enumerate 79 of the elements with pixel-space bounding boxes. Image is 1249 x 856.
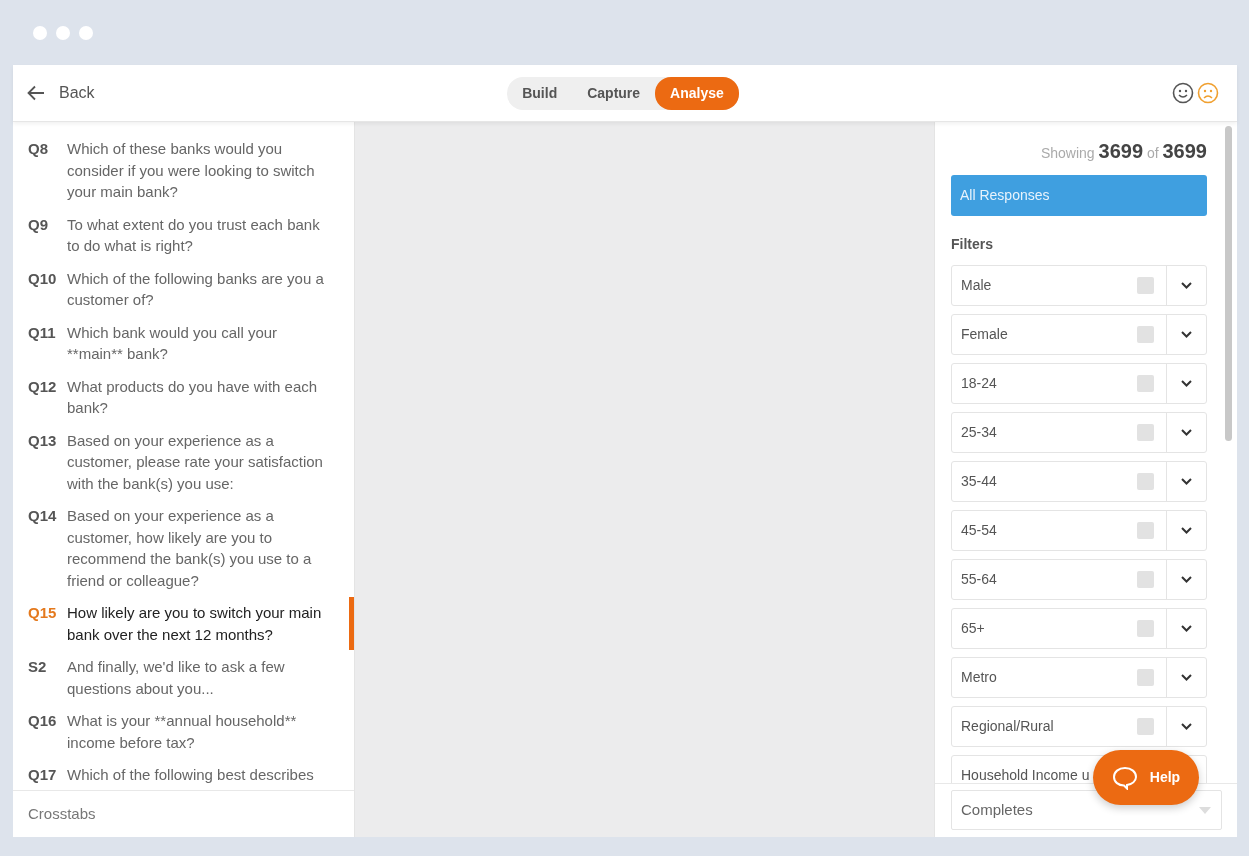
smiley-icon[interactable] xyxy=(1172,82,1194,104)
selection-bar xyxy=(349,597,354,650)
chevron-down-icon xyxy=(1181,380,1192,387)
filter-checkbox[interactable] xyxy=(1137,571,1154,588)
question-number: Q15 xyxy=(28,603,58,623)
filter-label: 25-34 xyxy=(960,423,997,442)
back-button[interactable]: Back xyxy=(27,81,95,105)
question-text: And finally, we'd like to ask a few questions about you... xyxy=(67,657,286,699)
filter-checkbox[interactable] xyxy=(1137,473,1154,490)
filter-checkbox[interactable] xyxy=(1137,326,1154,343)
filters-heading: Filters xyxy=(951,235,994,254)
window-dot xyxy=(79,25,93,40)
filter-label: Household Income u xyxy=(960,766,1090,783)
chevron-down-icon xyxy=(1181,282,1192,289)
question-number: S2 xyxy=(28,657,48,677)
scrollbar[interactable] xyxy=(1225,126,1232,441)
filter-label: Regional/Rural xyxy=(960,717,1054,736)
filter-checkbox[interactable] xyxy=(1137,375,1154,392)
filter-label: Female xyxy=(960,325,1008,344)
question-text: What products do you have with each bank? xyxy=(67,376,319,418)
question-number: Q9 xyxy=(28,214,49,235)
question-item[interactable]: Q12 What products do you have with each bank? xyxy=(13,370,354,424)
filter-label: 18-24 xyxy=(960,374,997,393)
chat-bubble-icon xyxy=(1111,765,1138,790)
filter-label: 65+ xyxy=(960,619,985,638)
response-count: Showing 3699 of 3699 xyxy=(1039,139,1207,164)
question-item[interactable]: Q13 Based on your experience as a customer, please rate your satisfaction with the bank(s) you use: xyxy=(13,424,354,499)
question-item[interactable]: Q9 To what extent do you trust each bank to do what is right? xyxy=(13,208,354,262)
chevron-down-icon xyxy=(1181,576,1192,583)
question-item[interactable]: S2 And finally, we'd like to ask a few questions about you... xyxy=(13,651,354,704)
question-number: Q13 xyxy=(28,430,58,451)
question-item[interactable]: Q11 Which bank would you call your **main** bank? xyxy=(13,316,354,370)
caret-icon xyxy=(1199,806,1211,814)
question-number: Q8 xyxy=(28,139,49,159)
question-text: Based on your experience as a customer, how likely are you to recommend the bank(s) you use to a friend or colleague? xyxy=(67,506,313,591)
question-text: Which bank would you call your **main** bank? xyxy=(67,322,279,364)
filter-checkbox[interactable] xyxy=(1137,424,1154,441)
question-number: Q10 xyxy=(28,268,58,289)
question-item[interactable]: Q15 How likely are you to switch your main bank over the next 12 months? xyxy=(13,597,354,650)
question-number: Q11 xyxy=(28,322,57,343)
question-item[interactable]: Q14 Based on your experience as a customer, how likely are you to recommend the bank(s) you use to a friend or colleague? xyxy=(13,500,354,596)
filter-label: 35-44 xyxy=(960,472,997,491)
chevron-down-icon xyxy=(1181,625,1192,632)
chevron-down-icon xyxy=(1181,429,1192,436)
question-number: Q17 xyxy=(28,765,58,785)
crosstabs-link[interactable]: Crosstabs xyxy=(28,802,96,826)
question-text: Which of the following best describes xyxy=(67,765,314,785)
filter-label: 55-64 xyxy=(960,570,997,589)
question-text: Which of these banks would you consider if you were looking to switch your main bank? xyxy=(67,139,316,202)
chevron-down-icon xyxy=(1181,674,1192,681)
filter-checkbox[interactable] xyxy=(1137,718,1154,735)
question-text: What is your **annual household** income before tax? xyxy=(67,711,298,753)
filter-label: Male xyxy=(960,276,992,295)
question-number: Q16 xyxy=(28,711,58,731)
question-item[interactable]: Q10 Which of the following banks are you a customer of? xyxy=(13,262,354,316)
chevron-down-icon xyxy=(1181,723,1192,730)
question-item[interactable]: Q17 Which of the following best describes xyxy=(13,759,354,790)
question-text: How likely are you to switch your main bank over the next 12 months? xyxy=(67,603,323,645)
filter-checkbox[interactable] xyxy=(1137,669,1154,686)
filter-label: 45-54 xyxy=(960,521,997,540)
tab[interactable]: Build xyxy=(507,76,573,110)
filter-label: Metro xyxy=(960,668,997,687)
question-item[interactable]: Q8 Which of these banks would you consider if you were looking to switch your main bank? xyxy=(13,133,354,208)
filter-checkbox[interactable] xyxy=(1137,620,1154,637)
question-number: Q12 xyxy=(28,376,58,397)
question-number: Q14 xyxy=(28,506,58,526)
back-arrow-icon xyxy=(27,85,45,101)
question-text: Which of the following banks are you a customer of? xyxy=(67,268,325,310)
filter-checkbox[interactable] xyxy=(1137,522,1154,539)
question-item[interactable]: Q16 What is your **annual household** income before tax? xyxy=(13,705,354,758)
chevron-down-icon xyxy=(1181,527,1192,534)
question-text: To what extent do you trust each bank to do what is right? xyxy=(67,214,321,256)
question-text: Based on your experience as a customer, please rate your satisfaction with the bank(s) you use: xyxy=(67,430,324,494)
chevron-down-icon xyxy=(1181,478,1192,485)
window-dot xyxy=(56,25,70,40)
window-dot xyxy=(33,25,47,40)
filter-checkbox[interactable] xyxy=(1137,277,1154,294)
tab[interactable]: Capture xyxy=(572,76,656,110)
chevron-down-icon xyxy=(1181,331,1192,338)
